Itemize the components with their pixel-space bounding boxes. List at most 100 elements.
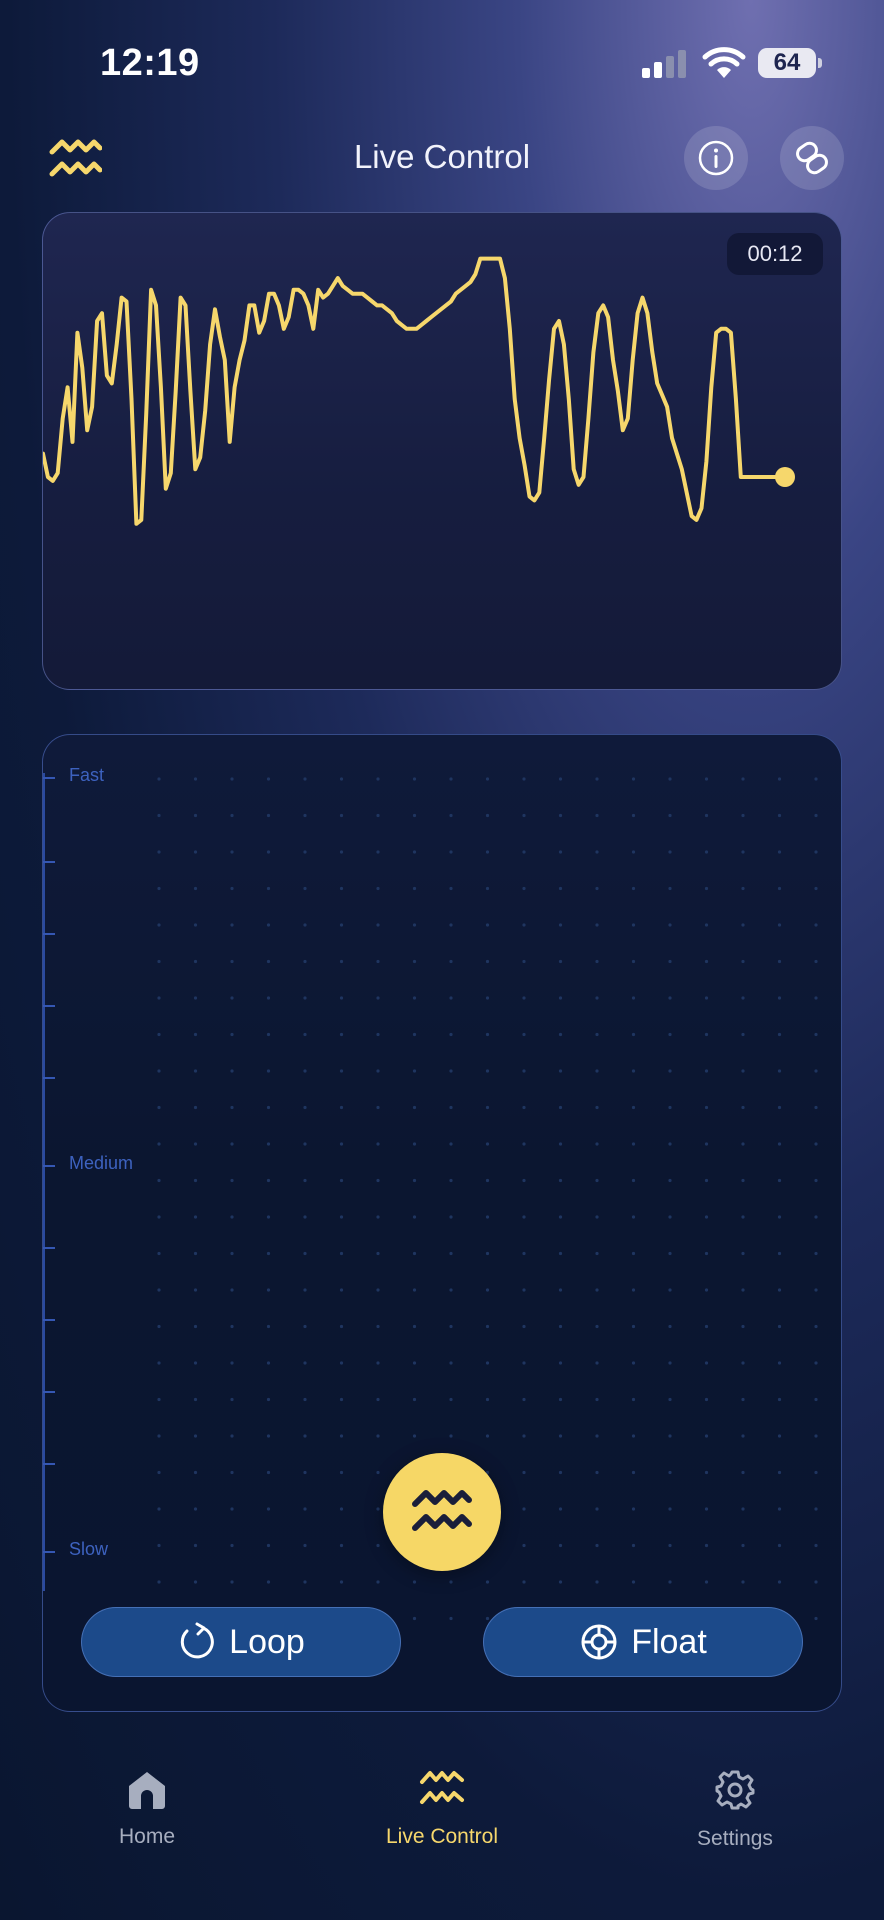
info-icon — [698, 140, 734, 176]
grid-dot — [668, 1142, 672, 1146]
grid-dot — [631, 1324, 636, 1329]
activity-line — [43, 256, 787, 526]
grid-dot — [157, 850, 161, 854]
link-button[interactable] — [780, 126, 844, 190]
grid-dot — [558, 1324, 563, 1329]
grid-dot — [485, 1397, 490, 1402]
grid-dot — [595, 1178, 599, 1183]
grid-dot — [741, 1178, 745, 1183]
axis-tick — [43, 1463, 55, 1465]
grid-dot — [522, 1507, 526, 1511]
speed-control-pad[interactable]: Fast Medium Slow Loop Float — [42, 734, 842, 1712]
grid-dot — [558, 1361, 563, 1365]
tab-settings[interactable]: Settings — [635, 1768, 835, 1851]
grid-dot — [668, 959, 672, 964]
grid-dot — [668, 923, 672, 927]
grid-dot — [193, 1324, 198, 1329]
float-button[interactable]: Float — [483, 1607, 803, 1677]
grid-dot — [814, 1361, 818, 1365]
grid-dot — [303, 813, 307, 818]
grid-dot — [522, 923, 526, 927]
grid-dot — [777, 1069, 782, 1073]
page-title: Live Control — [353, 138, 531, 175]
current-point — [775, 467, 795, 487]
grid-dot — [485, 959, 490, 964]
gear-icon — [715, 1770, 755, 1810]
grid-dot — [777, 1142, 782, 1146]
grid-dot — [704, 1215, 709, 1219]
grid-dot — [376, 1251, 380, 1256]
grid-dot — [339, 1142, 344, 1146]
wave-icon — [420, 1771, 464, 1804]
grid-dot — [266, 1361, 271, 1365]
grid-dot — [558, 1032, 563, 1037]
grid-dot — [777, 996, 782, 1000]
grid-dot — [558, 1397, 563, 1402]
grid-dot — [485, 1142, 490, 1146]
grid-dot — [266, 923, 271, 927]
grid-dot — [668, 1397, 672, 1402]
grid-dot — [777, 1361, 782, 1365]
grid-dot — [449, 1251, 453, 1256]
grid-dot — [558, 996, 563, 1000]
grid-dot — [631, 1178, 636, 1183]
grid-dot — [704, 1178, 709, 1183]
grid-dot — [741, 1288, 745, 1292]
grid-dot — [230, 1470, 234, 1475]
grid-dot — [193, 1397, 198, 1402]
home-icon — [129, 1772, 165, 1809]
grid-dot — [157, 1142, 161, 1146]
tab-home-label: Home — [118, 1825, 176, 1848]
grid-dot — [230, 1324, 234, 1329]
grid-dot — [522, 886, 526, 891]
grid-dot — [303, 1178, 307, 1183]
speed-knob[interactable] — [383, 1453, 501, 1571]
grid-dot — [558, 923, 563, 927]
grid-dot — [193, 923, 198, 927]
grid-dot — [631, 1397, 636, 1402]
tab-bar: Home Live Control Settings — [0, 1750, 884, 1920]
grid-dot — [558, 1507, 563, 1511]
grid-dot — [814, 1105, 818, 1110]
loop-button[interactable]: Loop — [81, 1607, 401, 1677]
grid-dot — [631, 1507, 636, 1511]
tab-live-control[interactable]: Live Control — [342, 1768, 542, 1849]
grid-dot — [266, 1142, 271, 1146]
grid-dot — [230, 777, 234, 781]
grid-dot — [631, 1288, 636, 1292]
grid-dot — [522, 1324, 526, 1329]
grid-dot — [595, 1324, 599, 1329]
grid-dot — [704, 777, 709, 781]
grid-dot — [449, 996, 453, 1000]
grid-dot — [558, 813, 563, 818]
grid-dot — [157, 996, 161, 1000]
info-button[interactable] — [684, 126, 748, 190]
grid-dot — [668, 1251, 672, 1256]
grid-dot — [376, 1288, 380, 1292]
grid-dot — [193, 1069, 198, 1073]
grid-dot — [631, 1434, 636, 1438]
grid-dot — [485, 923, 490, 927]
grid-dot — [558, 1178, 563, 1183]
grid-dot — [558, 1543, 563, 1548]
grid-dot — [230, 996, 234, 1000]
grid-dot — [595, 959, 599, 964]
grid-dot — [704, 996, 709, 1000]
grid-dot — [339, 959, 344, 964]
grid-dot — [266, 1178, 271, 1183]
grid-dot — [157, 777, 161, 781]
grid-dot — [449, 1069, 453, 1073]
grid-dot — [266, 1215, 271, 1219]
grid-dot — [412, 1215, 417, 1219]
grid-dot — [704, 1032, 709, 1037]
grid-dot — [777, 1580, 782, 1584]
tab-home[interactable]: Home — [47, 1768, 247, 1849]
axis-tick — [43, 1319, 55, 1321]
grid-dot — [595, 1470, 599, 1475]
grid-dot — [777, 777, 782, 781]
grid-dot — [339, 1361, 344, 1365]
grid-dot — [595, 886, 599, 891]
grid-dot — [631, 850, 636, 854]
grid-dot — [814, 996, 818, 1000]
grid-dot — [339, 1069, 344, 1073]
